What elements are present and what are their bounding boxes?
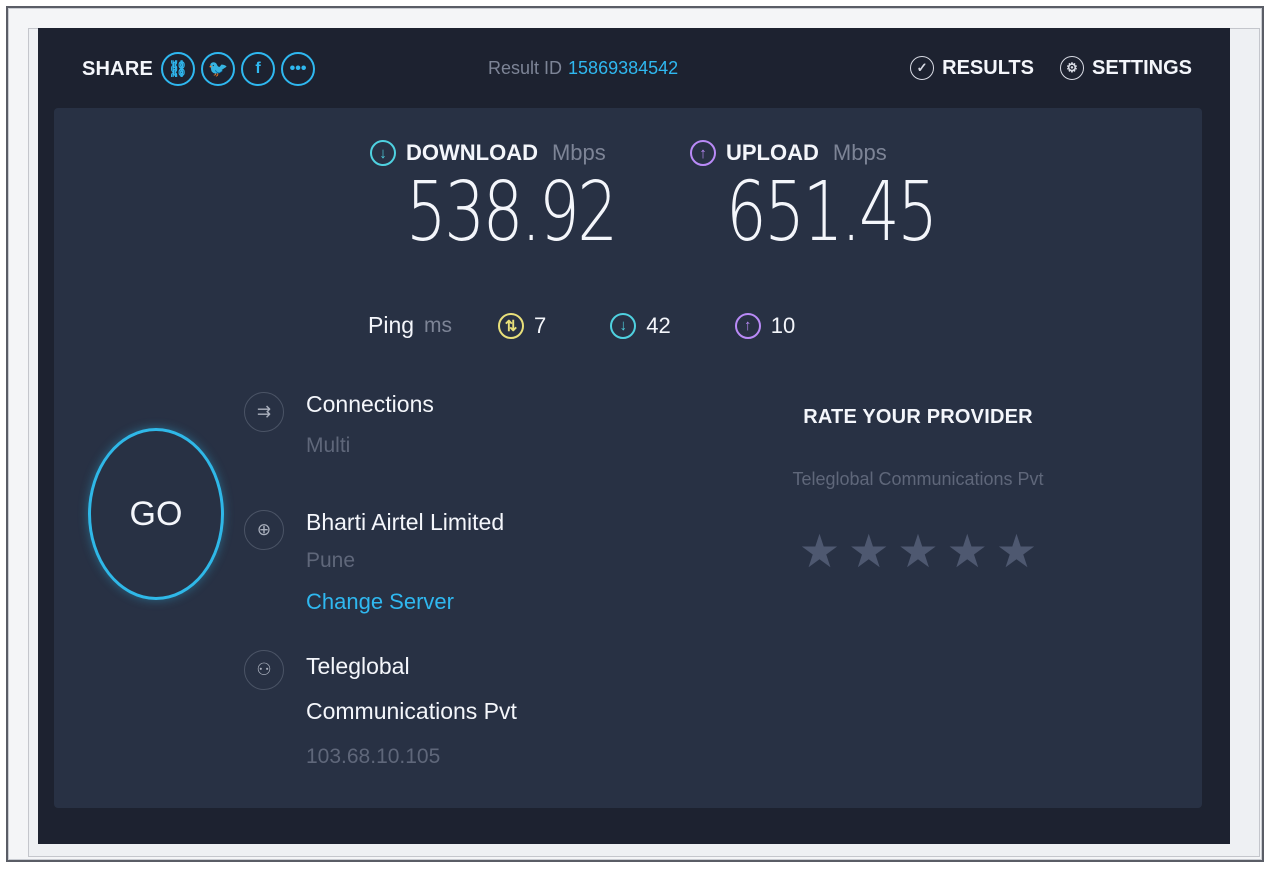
check-icon: ✓ [910,56,935,80]
ping-upload: ↑ 10 [734,312,796,339]
star-icon-4[interactable]: ★ [947,528,988,574]
download-label: DOWNLOAD [406,140,538,165]
connections-icon: ⇉ [244,392,284,432]
change-server-link[interactable]: Change Server [306,581,626,623]
server-location: Pune [306,548,356,572]
download-header: ↓ DOWNLOAD Mbps [370,140,675,166]
star-icon-2[interactable]: ★ [848,528,889,574]
share-bar: SHARE ⛓ 🐦 f ••• [82,52,316,86]
upload-latency-icon: ↑ [734,312,761,339]
provider-name: Teleglobal Communications Pvt [306,653,517,724]
settings-label: SETTINGS [1091,56,1192,79]
ping-row: Ping ms ⇅ 7 ↓ 42 ↑ 10 [368,312,859,339]
results-button[interactable]: ✓ RESULTS [910,56,1034,80]
star-icon-1[interactable]: ★ [799,528,840,574]
star-icon-3[interactable]: ★ [897,528,938,574]
globe-icon: ⊕ [244,510,284,550]
ping-unit: ms [424,313,453,337]
star-rating: ★ ★ ★ ★ ★ [738,528,1098,574]
twitter-icon[interactable]: 🐦 [201,52,236,86]
ping-upload-value: 10 [770,312,796,338]
upload-result: ↑ UPLOAD Mbps 651.45 [690,140,995,254]
download-unit: Mbps [551,140,606,165]
result-id: Result ID 15869384542 [488,58,678,79]
server-name: Bharti Airtel Limited [306,509,505,535]
upload-label: UPLOAD [726,140,819,165]
provider-ip: 103.68.10.105 [306,744,441,768]
more-icon[interactable]: ••• [281,52,316,86]
connections-title: Connections [306,391,434,417]
rate-provider-name: Teleglobal Communications Pvt [792,469,1044,489]
user-icon: ⚇ [244,650,284,690]
upload-unit: Mbps [832,140,887,165]
gear-icon: ⚙ [1059,56,1084,80]
share-label: SHARE [82,57,154,80]
results-label: RESULTS [942,56,1034,79]
star-icon-5[interactable]: ★ [996,528,1037,574]
download-value: 538.92 [406,165,618,260]
facebook-icon[interactable]: f [241,52,276,86]
download-latency-icon: ↓ [610,312,637,339]
upload-header: ↑ UPLOAD Mbps [690,140,995,166]
idle-latency-icon: ⇅ [498,312,525,339]
result-id-link[interactable]: 15869384542 [568,58,678,78]
ping-download-value: 42 [646,312,671,338]
rate-title: RATE YOUR PROVIDER [803,406,1033,428]
ping-label: Ping [368,312,415,338]
connections-mode[interactable]: Multi [306,423,626,469]
ping-download: ↓ 42 [610,312,671,339]
ping-idle: ⇅ 7 [498,312,547,339]
upload-arrow-icon: ↑ [690,140,716,166]
speedtest-screen: SHARE ⛓ 🐦 f ••• Result ID 15869384542 ✓ R… [38,28,1230,844]
download-result: ↓ DOWNLOAD Mbps 538.92 [370,140,675,254]
settings-button[interactable]: ⚙ SETTINGS [1059,56,1192,80]
rate-provider: RATE YOUR PROVIDER Teleglobal Communicat… [738,406,1098,574]
go-button[interactable]: GO [88,428,224,600]
link-icon[interactable]: ⛓ [161,52,196,86]
result-id-label: Result ID [488,58,563,78]
ping-idle-value: 7 [534,312,547,338]
top-nav: ✓ RESULTS ⚙ SETTINGS [910,56,1192,80]
upload-value: 651.45 [726,165,938,260]
download-arrow-icon: ↓ [370,140,396,166]
